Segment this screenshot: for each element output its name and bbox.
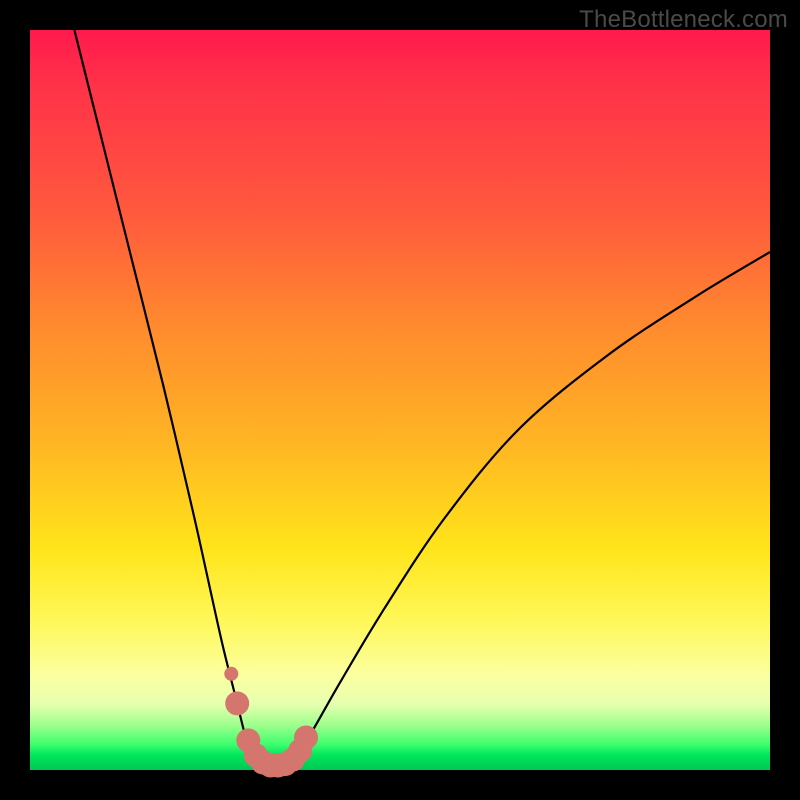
- marker-dot: [225, 691, 249, 715]
- marker-dot: [294, 725, 318, 749]
- highlight-markers: [224, 667, 318, 778]
- curve-layer: [30, 30, 770, 770]
- chart-frame: TheBottleneck.com: [0, 0, 800, 800]
- bottleneck-curve: [74, 30, 770, 767]
- plot-area: [30, 30, 770, 770]
- marker-dot: [224, 667, 238, 681]
